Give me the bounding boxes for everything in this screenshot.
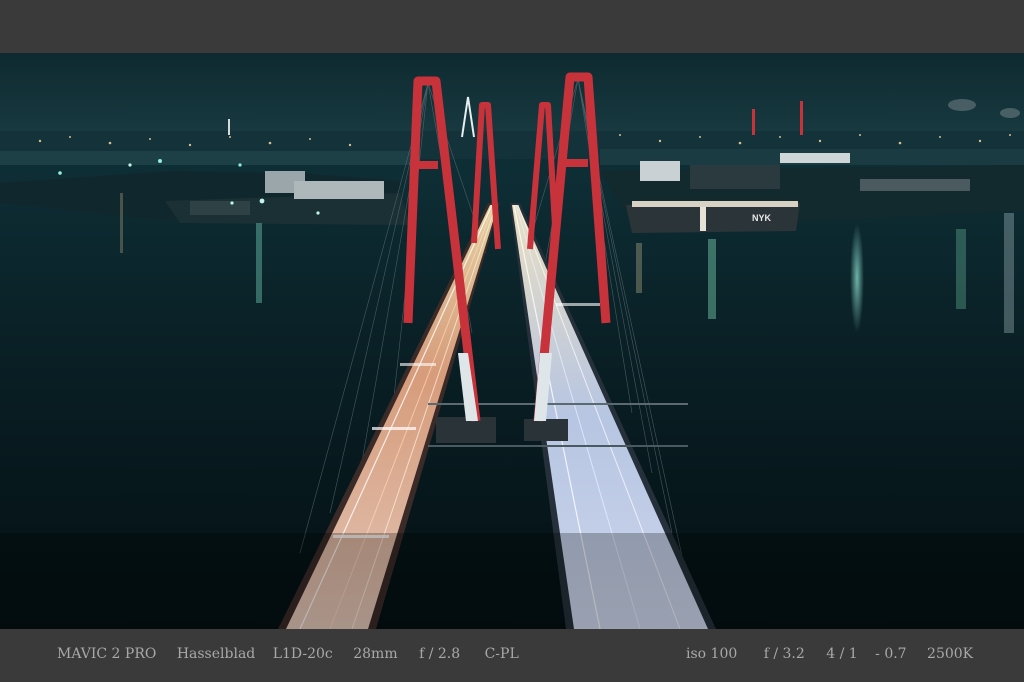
exif-left-group: MAVIC 2 PRO Hasselblad L1D-20c 28mm f / … <box>57 646 519 662</box>
bridge-night-photo: NYK <box>0 53 1024 629</box>
exif-exposure-compensation: - 0.7 <box>875 646 907 662</box>
exif-filter: C-PL <box>484 646 519 662</box>
exif-right-group: iso 100 f / 3.2 4 / 1 - 0.7 2500K <box>686 646 973 662</box>
exif-sensor: L1D-20c <box>272 646 333 662</box>
exif-focal-length: 28mm <box>353 646 398 662</box>
exif-shutter: 4 / 1 <box>826 646 858 662</box>
exif-iso: iso 100 <box>686 646 738 662</box>
photo-frame: NYK MAVIC 2 PRO Hasselblad L1D-20c 28mm … <box>0 0 1024 682</box>
ship-hull-label: NYK <box>752 213 772 223</box>
exif-camera: MAVIC 2 PRO <box>57 646 157 662</box>
exif-aperture-max: f / 2.8 <box>419 646 461 662</box>
exif-white-balance: 2500K <box>927 646 974 662</box>
photo-illustration: NYK <box>0 53 1024 629</box>
exif-brand: Hasselblad <box>176 646 256 662</box>
exif-caption: MAVIC 2 PRO Hasselblad L1D-20c 28mm f / … <box>0 629 1024 682</box>
container-ship: NYK <box>626 201 800 233</box>
exif-aperture: f / 3.2 <box>763 646 805 662</box>
